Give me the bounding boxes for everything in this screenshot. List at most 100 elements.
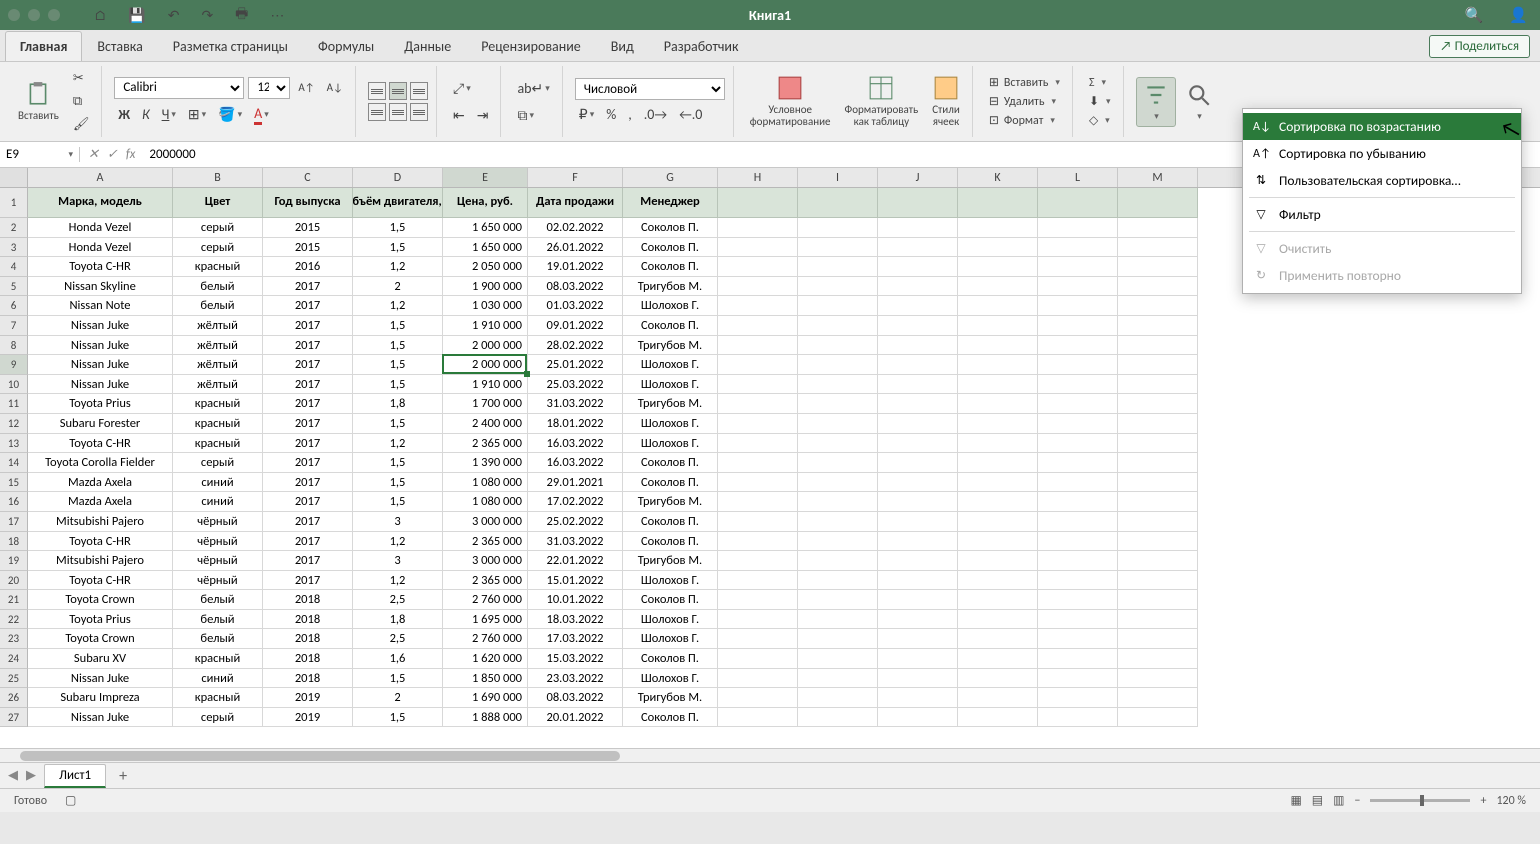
cell[interactable] <box>1118 238 1198 258</box>
cell[interactable] <box>798 414 878 434</box>
sheet-tab[interactable]: Лист1 <box>44 764 106 788</box>
cell[interactable] <box>958 688 1038 708</box>
cell[interactable] <box>718 551 798 571</box>
cell[interactable] <box>1038 414 1118 434</box>
cell[interactable] <box>878 551 958 571</box>
horizontal-scrollbar[interactable] <box>0 748 1540 762</box>
cell[interactable]: 2 760 000 <box>443 629 528 649</box>
cell[interactable]: 1,5 <box>353 336 443 356</box>
cell[interactable]: 08.03.2022 <box>528 688 623 708</box>
cell[interactable] <box>798 629 878 649</box>
column-header[interactable]: F <box>528 168 623 187</box>
sheet-nav-prev[interactable]: ◀ <box>8 768 18 783</box>
cut-icon[interactable]: ✂ <box>69 69 94 88</box>
sort-filter-button[interactable]: ▾ <box>1136 77 1176 127</box>
cell[interactable] <box>798 296 878 316</box>
cell[interactable]: 2 <box>353 688 443 708</box>
cell[interactable]: 1 390 000 <box>443 453 528 473</box>
cell[interactable]: 2017 <box>263 512 353 532</box>
cell[interactable] <box>958 473 1038 493</box>
cell[interactable] <box>878 532 958 552</box>
cell[interactable] <box>958 316 1038 336</box>
align-top-left[interactable] <box>368 82 386 100</box>
cell[interactable] <box>1118 218 1198 238</box>
cell[interactable]: 2 050 000 <box>443 257 528 277</box>
cell[interactable]: жёлтый <box>173 336 263 356</box>
cell[interactable] <box>1038 296 1118 316</box>
cell[interactable] <box>718 649 798 669</box>
cell[interactable] <box>958 394 1038 414</box>
font-color-button[interactable]: A▾ <box>250 103 273 127</box>
cell[interactable] <box>1038 238 1118 258</box>
find-select-button[interactable]: ▾ <box>1182 80 1216 124</box>
cell[interactable] <box>1038 336 1118 356</box>
cell[interactable] <box>718 434 798 454</box>
cell[interactable] <box>1038 434 1118 454</box>
cell[interactable] <box>1038 649 1118 669</box>
cell[interactable]: Шолохов Г. <box>623 355 718 375</box>
cell[interactable]: 2017 <box>263 414 353 434</box>
cell[interactable]: 3 000 000 <box>443 551 528 571</box>
cell[interactable] <box>798 473 878 493</box>
cell[interactable] <box>798 375 878 395</box>
header-cell[interactable] <box>958 188 1038 218</box>
view-page-break-icon[interactable]: ▥ <box>1333 793 1344 808</box>
cell[interactable] <box>798 492 878 512</box>
cell[interactable]: белый <box>173 296 263 316</box>
cell[interactable]: Toyota Crown <box>28 629 173 649</box>
cell[interactable] <box>798 316 878 336</box>
cell[interactable]: 1,2 <box>353 257 443 277</box>
cell[interactable]: 01.03.2022 <box>528 296 623 316</box>
cell[interactable] <box>718 492 798 512</box>
macro-record-icon[interactable]: ▢ <box>65 793 76 808</box>
ribbon-tab[interactable]: Разметка страницы <box>158 31 303 61</box>
cell[interactable]: красный <box>173 394 263 414</box>
row-header[interactable]: 15 <box>0 473 28 493</box>
cell[interactable]: Шолохов Г. <box>623 571 718 591</box>
cell[interactable] <box>1038 277 1118 297</box>
cell[interactable]: 1,5 <box>353 375 443 395</box>
cell[interactable]: 2019 <box>263 708 353 728</box>
column-header[interactable]: J <box>878 168 958 187</box>
fx-icon[interactable]: fx <box>126 147 136 162</box>
cell[interactable]: 3 <box>353 512 443 532</box>
cell[interactable] <box>878 394 958 414</box>
cell[interactable] <box>958 355 1038 375</box>
sort-ascending-item[interactable]: A↓Сортировка по возрастанию <box>1243 113 1521 140</box>
cell[interactable] <box>1118 688 1198 708</box>
column-header[interactable]: C <box>263 168 353 187</box>
cell[interactable] <box>958 610 1038 630</box>
cell[interactable] <box>1118 296 1198 316</box>
fill-button[interactable]: ⬇ ▾ <box>1085 93 1115 110</box>
cell[interactable]: 23.03.2022 <box>528 669 623 689</box>
cell[interactable]: 2 365 000 <box>443 532 528 552</box>
cell[interactable] <box>718 590 798 610</box>
format-cells-button[interactable]: ⊡ Формат ▾ <box>985 112 1064 129</box>
cell[interactable]: Subaru Impreza <box>28 688 173 708</box>
number-format-select[interactable]: Числовой <box>575 78 725 100</box>
row-header[interactable]: 12 <box>0 414 28 434</box>
cell[interactable]: 16.03.2022 <box>528 453 623 473</box>
cell[interactable] <box>878 453 958 473</box>
cell[interactable]: Toyota Prius <box>28 610 173 630</box>
cell[interactable] <box>718 336 798 356</box>
cell[interactable] <box>958 532 1038 552</box>
cell[interactable] <box>798 532 878 552</box>
cell[interactable] <box>798 688 878 708</box>
cell[interactable] <box>958 218 1038 238</box>
cell[interactable] <box>718 296 798 316</box>
column-header[interactable]: A <box>28 168 173 187</box>
cell[interactable] <box>1038 571 1118 591</box>
cell[interactable]: 1 900 000 <box>443 277 528 297</box>
column-header[interactable]: B <box>173 168 263 187</box>
cell[interactable]: 1,5 <box>353 473 443 493</box>
cell[interactable] <box>798 512 878 532</box>
cell[interactable]: 1,2 <box>353 532 443 552</box>
cell[interactable]: Тригубов М. <box>623 492 718 512</box>
cell[interactable]: 1 700 000 <box>443 394 528 414</box>
cell[interactable]: 15.03.2022 <box>528 649 623 669</box>
row-header[interactable]: 9 <box>0 355 28 375</box>
align-bottom-center[interactable] <box>389 103 407 121</box>
cell[interactable]: 2 000 000 <box>443 336 528 356</box>
cell[interactable] <box>878 610 958 630</box>
